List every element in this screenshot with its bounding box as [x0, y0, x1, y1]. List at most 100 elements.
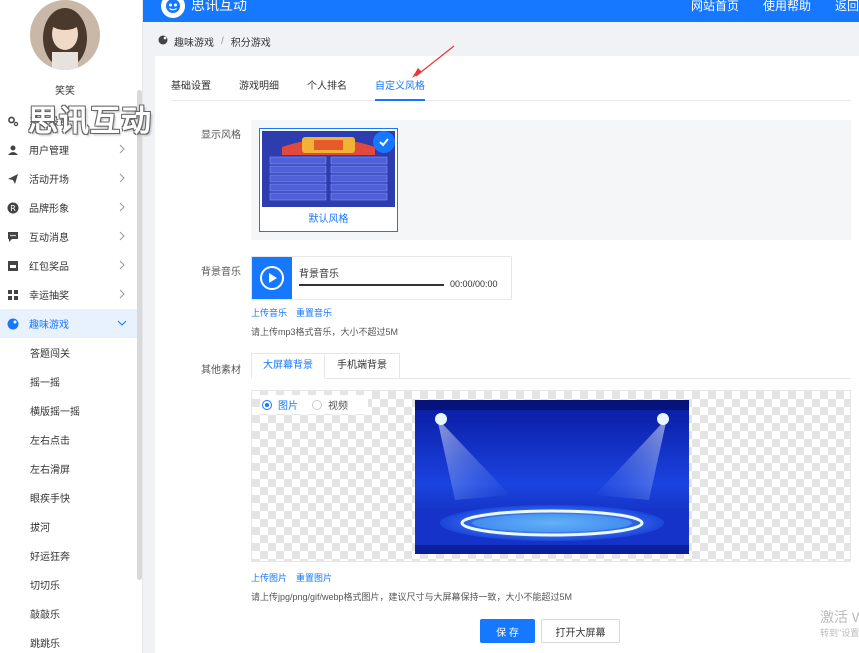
chevron-right-icon	[119, 231, 125, 241]
sidebar-item-lucky-draw[interactable]: 幸运抽奖	[0, 280, 142, 309]
avatar[interactable]	[30, 0, 100, 70]
sidebar-item-label: 互动消息	[29, 233, 69, 244]
sidebar-item-activity-opening[interactable]: 活动开场	[0, 164, 142, 193]
audio-progress[interactable]	[299, 284, 444, 286]
chevron-right-icon	[119, 144, 125, 154]
audio-title: 背景音乐	[299, 269, 339, 280]
save-button[interactable]: 保 存	[480, 619, 535, 643]
sidebar-item-label: 趣味游戏	[29, 320, 69, 331]
play-icon	[260, 266, 284, 290]
topbar: 思讯互动 网站首页 使用帮助 返回	[143, 0, 859, 22]
submenu-item[interactable]: 敲敲乐	[0, 599, 142, 628]
username: 笑笑	[55, 86, 75, 97]
submenu-item[interactable]: 左右点击	[0, 425, 142, 454]
gear-icon	[7, 115, 19, 127]
submenu-item[interactable]: 横版摇一摇	[0, 396, 142, 425]
message-icon	[7, 231, 19, 243]
radio-image[interactable]: 图片	[262, 397, 298, 412]
image-hint: 请上传jpg/png/gif/webp格式图片，建议尺寸与大屏幕保持一致，大小不…	[251, 592, 573, 602]
sidebar-item-label: 红包奖品	[29, 262, 69, 273]
activation-watermark: 激活 W 转到"设置	[820, 609, 859, 641]
brand-icon: R	[7, 202, 19, 214]
breadcrumb-separator: /	[221, 36, 224, 47]
game-icon	[158, 35, 168, 48]
chevron-right-icon	[119, 260, 125, 270]
chevron-right-icon	[119, 202, 125, 212]
svg-text:R: R	[10, 204, 16, 213]
tab-custom-style[interactable]: 自定义风格	[375, 80, 425, 101]
music-hint: 请上传mp3格式音乐，大小不超过5M	[251, 327, 399, 337]
submenu-item[interactable]: 摇一摇	[0, 367, 142, 396]
sidebar-menu: 系统设置 用户管理 活动开场 R 品牌形象 互动消息 红包奖品 幸运抽奖 趣味游…	[0, 106, 142, 653]
user-icon	[7, 144, 19, 156]
open-big-screen-button[interactable]: 打开大屏幕	[541, 619, 620, 643]
style-card-default[interactable]: 默认风格	[259, 128, 398, 232]
radio-video-label: 视频	[328, 401, 348, 412]
music-label: 背景音乐	[201, 267, 241, 278]
submenu-item[interactable]: 答题闯关	[0, 338, 142, 367]
tab-basic-settings[interactable]: 基础设置	[171, 80, 211, 101]
submenu-item[interactable]: 切切乐	[0, 570, 142, 599]
upload-music-link[interactable]: 上传音乐	[251, 306, 287, 319]
sidebar-item-label: 品牌形象	[29, 204, 69, 215]
material-tabs: 大屏幕背景 手机端背景	[251, 353, 851, 379]
audio-player: 背景音乐 00:00/00:00	[251, 256, 512, 300]
tab-big-screen-background[interactable]: 大屏幕背景	[251, 353, 325, 379]
game-icon	[7, 318, 19, 330]
submenu-item[interactable]: 左右滑屏	[0, 454, 142, 483]
gift-icon	[7, 260, 19, 272]
music-links: 上传音乐 重置音乐	[251, 306, 341, 319]
submenu-item[interactable]: 跳跳乐	[0, 628, 142, 653]
breadcrumb-item[interactable]: 趣味游戏	[174, 34, 214, 49]
nav-help[interactable]: 使用帮助	[763, 0, 811, 14]
tab-bar: 基础设置 游戏明细 个人排名 自定义风格	[171, 80, 851, 101]
submenu-item[interactable]: 眼疾手快	[0, 483, 142, 512]
sidebar-scrollbar[interactable]	[137, 90, 142, 580]
breadcrumb: 趣味游戏 / 积分游戏	[158, 34, 271, 49]
brand-name: 思讯互动	[191, 0, 247, 13]
materials-label: 其他素材	[201, 365, 241, 376]
radio-video[interactable]: 视频	[312, 397, 348, 412]
sidebar-item-label: 幸运抽奖	[29, 291, 69, 302]
tab-mobile-background[interactable]: 手机端背景	[325, 353, 400, 379]
background-preview: 图片 视频	[251, 390, 851, 562]
sidebar-item-brand-image[interactable]: R 品牌形象	[0, 193, 142, 222]
sidebar-item-label: 用户管理	[29, 146, 69, 157]
main-card: 基础设置 游戏明细 个人排名 自定义风格 显示风格 默认风格 背景音乐 背景音乐…	[155, 56, 859, 653]
image-links: 上传图片 重置图片	[251, 571, 341, 584]
logo[interactable]: 思讯互动	[161, 0, 247, 18]
chevron-down-icon	[117, 320, 127, 326]
audio-time: 00:00/00:00	[450, 279, 498, 289]
radio-dot	[262, 399, 272, 410]
media-type-radio: 图片 视频	[260, 395, 368, 414]
submenu-item[interactable]: 好运狂奔	[0, 541, 142, 570]
style-panel: 默认风格	[251, 120, 851, 240]
reset-music-link[interactable]: 重置音乐	[296, 306, 332, 319]
tab-game-details[interactable]: 游戏明细	[239, 80, 279, 101]
check-icon	[373, 131, 395, 153]
sidebar-item-label: 活动开场	[29, 175, 69, 186]
tab-personal-ranking[interactable]: 个人排名	[307, 80, 347, 101]
send-icon	[7, 173, 19, 185]
nav-back[interactable]: 返回	[835, 0, 859, 14]
activation-line2: 转到"设置	[820, 628, 859, 638]
sidebar-item-interactive-messages[interactable]: 互动消息	[0, 222, 142, 251]
style-name: 默认风格	[308, 214, 349, 225]
radio-image-label: 图片	[278, 401, 298, 412]
chevron-right-icon	[119, 173, 125, 183]
play-button[interactable]	[252, 257, 292, 299]
submenu-item[interactable]: 拔河	[0, 512, 142, 541]
display-style-label: 显示风格	[201, 130, 241, 141]
upload-image-link[interactable]: 上传图片	[251, 571, 287, 584]
sidebar-item-red-packet-prizes[interactable]: 红包奖品	[0, 251, 142, 280]
lottery-icon	[7, 289, 19, 301]
top-nav: 网站首页 使用帮助 返回	[667, 0, 859, 14]
stage-background-image	[415, 400, 689, 554]
sidebar-item-fun-games[interactable]: 趣味游戏	[0, 309, 142, 338]
breadcrumb-item: 积分游戏	[230, 38, 271, 49]
nav-home[interactable]: 网站首页	[691, 0, 739, 14]
radio-dot	[312, 399, 322, 410]
chevron-right-icon	[119, 289, 125, 299]
reset-image-link[interactable]: 重置图片	[296, 571, 332, 584]
watermark: 思讯互动	[28, 104, 152, 139]
